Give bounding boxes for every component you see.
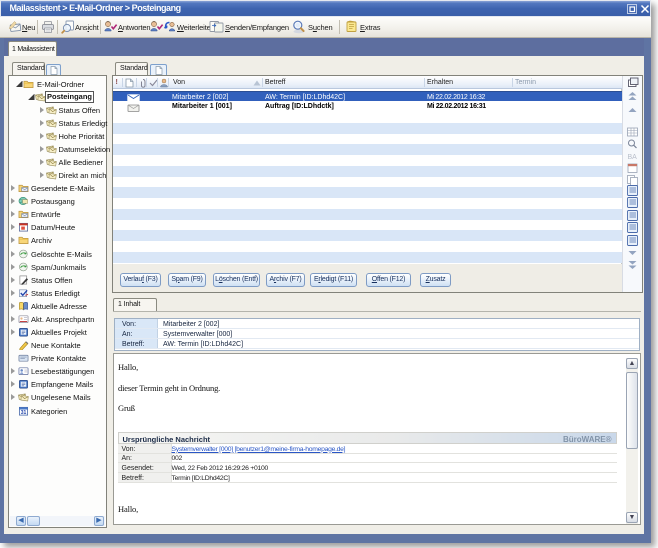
svg-text:31: 31 <box>21 409 27 415</box>
svg-text:BA: BA <box>628 154 638 161</box>
